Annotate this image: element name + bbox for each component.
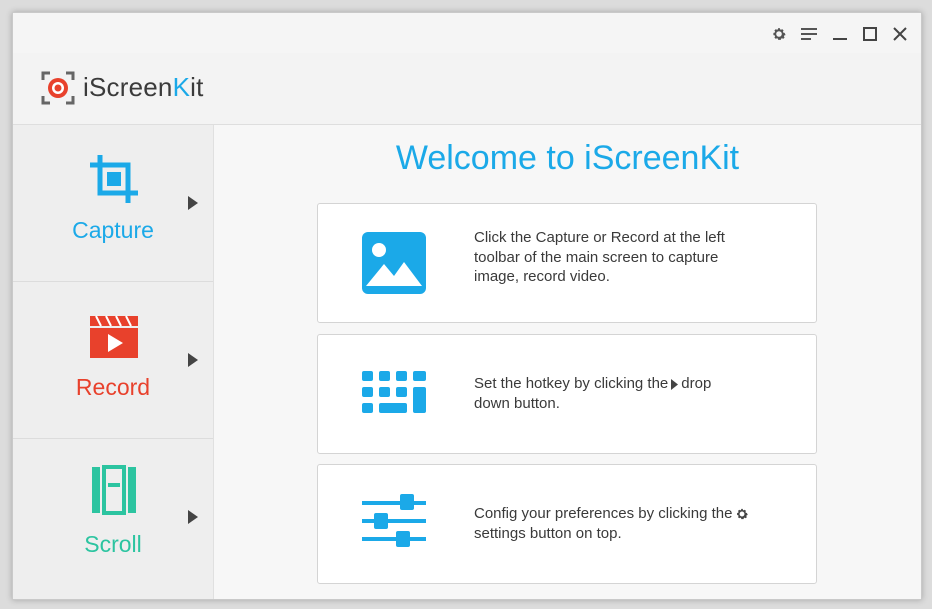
sliders-icon — [362, 494, 426, 547]
sidebar-item-label: Capture — [72, 217, 154, 243]
menu-icon — [801, 28, 817, 40]
capture-dropdown-arrow-icon[interactable] — [187, 195, 199, 211]
maximize-button[interactable] — [859, 23, 881, 45]
minimize-icon — [833, 38, 847, 40]
gear-icon — [737, 508, 749, 520]
sidebar-item-capture[interactable]: Capture — [13, 125, 213, 282]
maximize-icon — [863, 27, 877, 41]
close-button[interactable] — [889, 23, 911, 45]
crop-icon — [90, 155, 138, 203]
tip-card-settings: Config your preferences by clicking the … — [317, 464, 817, 584]
gear-icon — [773, 28, 786, 40]
settings-button[interactable] — [768, 23, 790, 45]
title-bar — [13, 13, 921, 53]
menu-button[interactable] — [798, 23, 820, 45]
sidebar-item-scroll[interactable]: Scroll — [13, 439, 213, 595]
image-icon — [362, 232, 426, 294]
welcome-panel: Welcome to iScreenKit Click the Capture … — [214, 125, 921, 599]
sidebar-item-label: Record — [75, 374, 151, 400]
keyboard-icon — [362, 371, 426, 413]
logo-icon — [41, 71, 75, 105]
app-title: iScreenKit — [83, 72, 204, 102]
scroll-icon — [92, 465, 136, 515]
welcome-title: Welcome to iScreenKit — [395, 139, 740, 177]
app-header: iScreenKit — [13, 53, 921, 125]
tip-card-capture: Click the Capture or Record at the left … — [317, 203, 817, 323]
record-dropdown-arrow-icon[interactable] — [187, 352, 199, 368]
scroll-dropdown-arrow-icon[interactable] — [187, 509, 199, 525]
sidebar-item-label: Scroll — [84, 531, 142, 557]
minimize-button[interactable] — [829, 23, 851, 45]
close-icon — [893, 27, 907, 41]
video-record-icon — [90, 315, 138, 358]
tip-text: Set the hotkey by clicking the drop down … — [474, 375, 712, 412]
tip-text: Config your preferences by clicking the … — [474, 504, 784, 543]
dropdown-arrow-icon — [671, 378, 679, 390]
tip-card-hotkey: Set the hotkey by clicking the drop down … — [317, 334, 817, 454]
sidebar-item-record[interactable]: Record — [13, 282, 213, 439]
tip-text: Click the Capture or Record at the left … — [474, 229, 725, 285]
sidebar: Capture Record Scroll — [13, 125, 214, 599]
app-window: iScreenKit Capture Record Scroll Welcome… — [12, 12, 922, 600]
